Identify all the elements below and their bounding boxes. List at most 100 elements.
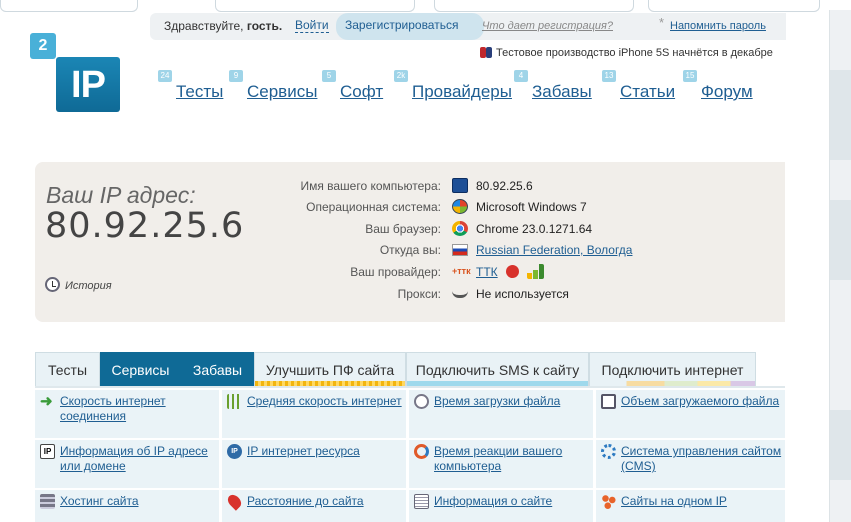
news-ticker[interactable]: Тестовое производство iPhone 5S начнётся… — [480, 45, 773, 59]
nav-label[interactable]: Забавы — [532, 82, 592, 102]
info-row-browser: Ваш браузер: Chrome 23.0.1271.64 — [35, 220, 785, 238]
service-link[interactable]: Информация о сайте — [434, 494, 552, 509]
glasses-icon — [452, 291, 468, 298]
greeting: Здравствуйте, гость. — [164, 19, 283, 33]
info-row-computer: Имя вашего компьютера: 80.92.25.6 — [35, 177, 785, 195]
info-label: Откуда вы: — [379, 243, 441, 257]
what-register-link[interactable]: Что дает регистрация? — [482, 20, 613, 32]
service-link[interactable]: IP интернет ресурса — [247, 444, 360, 459]
top-decor-mid — [215, 0, 415, 12]
asterisk-mark: * — [659, 15, 665, 30]
service-item[interactable]: Информация о сайте — [409, 490, 593, 522]
cluster-icon — [601, 494, 616, 509]
russia-flag-icon — [452, 244, 468, 256]
service-link[interactable]: Объем загружаемого файла — [621, 394, 779, 409]
gears-icon — [601, 444, 616, 459]
service-link[interactable]: Хостинг сайта — [60, 494, 139, 509]
top-decor-mid2 — [434, 0, 634, 12]
location-link[interactable]: Russian Federation, Вологда — [476, 243, 632, 257]
info-value: 80.92.25.6 — [476, 179, 533, 193]
bug-icon[interactable] — [506, 265, 519, 278]
speed-arrow-icon: ➜ — [40, 393, 53, 410]
nav-label[interactable]: Софт — [340, 82, 383, 102]
tab-fun[interactable]: Забавы — [181, 352, 254, 386]
nav-label[interactable]: Тесты — [176, 82, 223, 102]
server-icon — [40, 494, 55, 509]
tab-tests[interactable]: Тесты — [35, 352, 100, 386]
tab-services[interactable]: Сервисы — [100, 352, 181, 386]
nav-count-badge: 2k — [394, 70, 408, 82]
info-row-provider: Ваш провайдер: +ттк ТТК — [35, 263, 785, 281]
service-link[interactable]: Средняя скорость интернет — [247, 394, 402, 409]
service-link[interactable]: Сайты на одном IP — [621, 494, 727, 509]
register-button[interactable]: Зарегистрироваться — [336, 13, 484, 40]
ttk-logo-icon: +ттк — [452, 266, 471, 276]
service-item[interactable]: IP IP интернет ресурса — [222, 440, 406, 488]
tab-connect-internet[interactable]: Подключить интернет — [589, 352, 756, 386]
info-row-location: Откуда вы: Russian Federation, Вологда — [35, 241, 785, 259]
nav-count-badge: 4 — [514, 70, 528, 82]
service-item[interactable]: Хостинг сайта — [35, 490, 219, 522]
service-item[interactable]: Время реакции вашего компьютера — [409, 440, 593, 488]
service-item[interactable]: Сайты на одном IP — [596, 490, 785, 522]
top-decor-right — [648, 0, 820, 12]
service-link[interactable]: Время загрузки файла — [434, 394, 560, 409]
provider-link[interactable]: ТТК — [476, 265, 498, 279]
info-value: Microsoft Windows 7 — [476, 200, 587, 214]
nav-count-badge: 5 — [322, 70, 336, 82]
category-tabs: Тесты Сервисы Забавы Улучшить ПФ сайта П… — [35, 352, 785, 388]
nav-count-badge: 15 — [683, 70, 697, 82]
nav-label[interactable]: Провайдеры — [412, 82, 512, 102]
news-text: Тестовое производство iPhone 5S начнётся… — [496, 47, 773, 59]
service-item[interactable]: Время загрузки файла — [409, 390, 593, 438]
info-label: Ваш провайдер: — [350, 265, 441, 279]
service-item[interactable]: Система управления сайтом (CMS) — [596, 440, 785, 488]
nav-label[interactable]: Сервисы — [247, 82, 317, 102]
nav-count-badge: 24 — [158, 70, 172, 82]
service-link[interactable]: Система управления сайтом (CMS) — [621, 444, 785, 474]
info-value: Chrome 23.0.1271.64 — [476, 222, 593, 236]
tab-connect-sms[interactable]: Подключить SMS к сайту — [406, 352, 589, 386]
login-link[interactable]: Войти — [295, 19, 329, 33]
info-row-os: Операционная система: Microsoft Windows … — [35, 198, 785, 216]
info-label: Операционная система: — [306, 200, 441, 214]
service-item[interactable]: IP Информация об IP адресе или домене — [35, 440, 219, 488]
service-item[interactable]: ➜ Скорость интернет соединения — [35, 390, 219, 438]
service-link[interactable]: Скорость интернет соединения — [60, 394, 219, 424]
ip-info-panel: Ваш IP адрес: 80.92.25.6 История Имя ваш… — [35, 162, 785, 322]
ip-box-icon: IP — [40, 444, 55, 459]
tabs-underline — [35, 386, 785, 388]
nav-count-badge: 9 — [229, 70, 243, 82]
service-item[interactable]: Средняя скорость интернет — [222, 390, 406, 438]
service-link[interactable]: Информация об IP адресе или домене — [60, 444, 219, 474]
tab-improve-pf[interactable]: Улучшить ПФ сайта — [254, 352, 406, 386]
clock-icon — [414, 394, 429, 409]
right-sidebar-strip — [829, 10, 851, 522]
site-logo[interactable]: IP — [56, 57, 120, 112]
top-decor-left — [0, 0, 138, 12]
info-label: Ваш браузер: — [365, 222, 441, 236]
document-icon — [414, 494, 429, 509]
logo-badge[interactable]: 2 — [30, 33, 56, 59]
service-item[interactable]: Расстояние до сайта — [222, 490, 406, 522]
signal-bars-icon[interactable] — [527, 264, 544, 279]
nav-label[interactable]: Форум — [701, 82, 753, 102]
info-label: Прокси: — [397, 287, 441, 301]
ip-circle-icon: IP — [227, 444, 242, 459]
info-label: Имя вашего компьютера: — [300, 179, 441, 193]
service-link[interactable]: Время реакции вашего компьютера — [434, 444, 593, 474]
remind-password-link[interactable]: Напомнить пароль — [670, 20, 766, 32]
service-item[interactable]: Объем загружаемого файла — [596, 390, 785, 438]
chrome-icon — [452, 221, 468, 236]
refresh-icon — [414, 444, 429, 459]
nav-label[interactable]: Статьи — [620, 82, 675, 102]
info-value: Не используется — [476, 287, 569, 301]
service-link[interactable]: Расстояние до сайта — [247, 494, 364, 509]
info-row-proxy: Прокси: Не используется — [35, 285, 785, 303]
file-size-icon — [601, 394, 616, 409]
computer-icon — [452, 178, 468, 193]
services-grid: ➜ Скорость интернет соединения Средняя с… — [35, 390, 785, 522]
windows-icon — [452, 199, 468, 214]
bars-icon — [227, 394, 242, 409]
auth-bar: Здравствуйте, гость. Войти Зарегистриров… — [150, 13, 786, 40]
